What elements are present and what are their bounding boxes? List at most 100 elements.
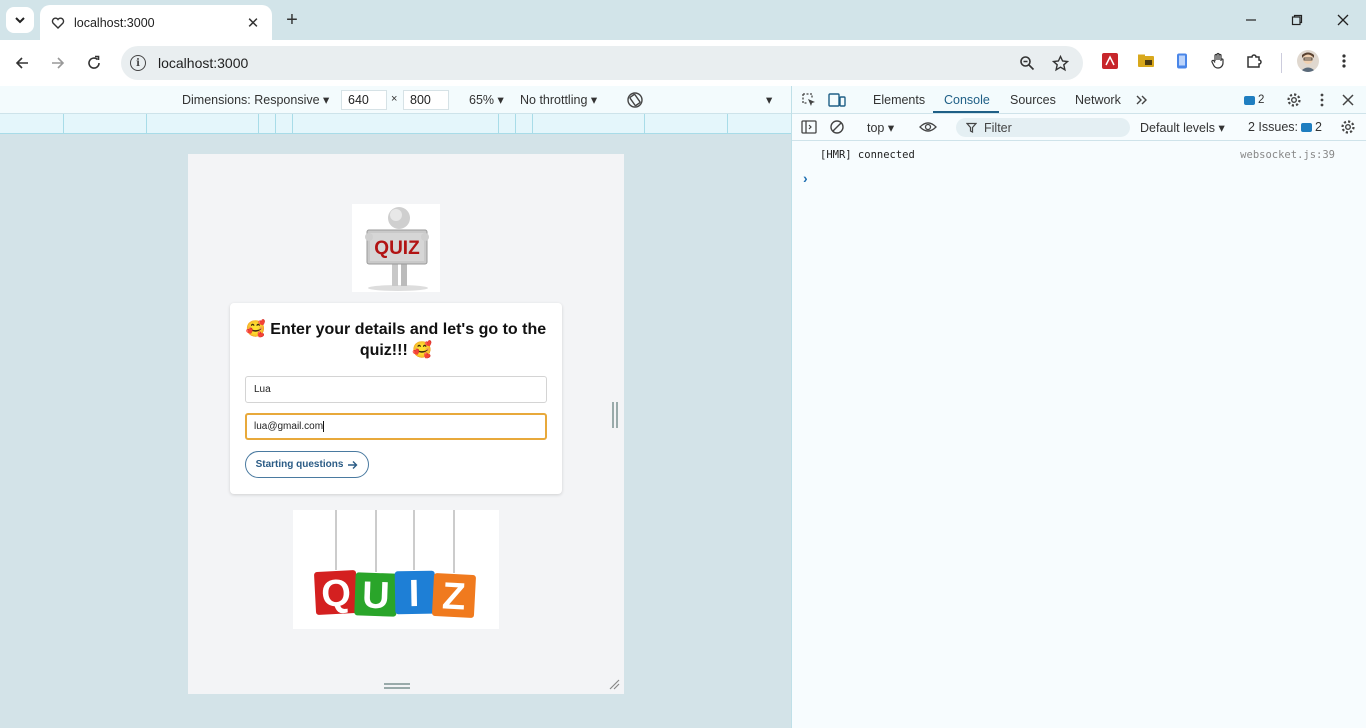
caret-down-icon: ▾ [590, 93, 598, 107]
zoom-dropdown[interactable]: 65% ▾ [469, 92, 504, 107]
starting-questions-button[interactable]: Starting questions [245, 451, 369, 478]
context-dropdown[interactable]: top ▾ [867, 120, 894, 135]
extension-red-icon[interactable] [1100, 51, 1120, 71]
browser-tab[interactable]: localhost:3000 ✕ [40, 5, 272, 40]
extension-hand-icon[interactable] [1208, 51, 1228, 71]
close-devtools-icon[interactable] [1339, 91, 1357, 109]
device-frame: QUIZ 🥰 Enter your details and let's go t… [188, 154, 624, 694]
url-text: localhost:3000 [158, 55, 249, 71]
tab-elements[interactable]: Elements [873, 93, 925, 107]
log-source-link[interactable]: websocket.js:39 [1240, 149, 1335, 161]
letter-i: I [408, 573, 419, 615]
levels-dropdown[interactable]: Default levels ▾ [1140, 120, 1225, 135]
arrow-right-icon [348, 460, 358, 469]
heart-icon [50, 15, 66, 31]
throttling-dropdown[interactable]: No throttling ▾ [520, 92, 597, 107]
more-options-dropdown[interactable]: ▾ [766, 92, 772, 107]
back-button[interactable] [9, 50, 35, 76]
minimize-icon [1246, 19, 1256, 21]
arrow-right-icon [52, 57, 65, 69]
media-query-divider [498, 114, 499, 134]
tab-sources[interactable]: Sources [1010, 93, 1056, 107]
letter-tile: Z [432, 573, 476, 619]
tab-search-button[interactable] [6, 7, 34, 33]
devtools-menu-icon[interactable] [1313, 91, 1331, 109]
letter-q: Q [320, 572, 352, 615]
letter-tile: I [394, 570, 436, 615]
smiling-face-hearts-icon: 🥰 [412, 342, 433, 359]
settings-gear-icon[interactable] [1285, 91, 1303, 109]
caret-down-icon: ▾ [887, 121, 895, 135]
tab-network[interactable]: Network [1075, 93, 1121, 107]
new-tab-button[interactable]: + [281, 8, 303, 32]
extension-folder-icon[interactable] [1136, 51, 1156, 71]
media-query-divider [727, 114, 728, 134]
dimensions-label: Dimensions: Responsive [182, 93, 320, 107]
restore-button[interactable] [1274, 0, 1320, 40]
zoom-icon[interactable] [1018, 54, 1036, 72]
letter-tile: U [354, 572, 398, 617]
eye-icon[interactable] [919, 118, 937, 136]
chevron-down-icon [15, 17, 25, 24]
media-query-divider [515, 114, 516, 134]
media-query-divider [63, 114, 64, 134]
context-label: top [867, 121, 885, 135]
height-input[interactable]: 800 [403, 90, 449, 110]
media-query-divider [644, 114, 645, 134]
restore-icon [1291, 14, 1303, 26]
tab-console[interactable]: Console [944, 93, 990, 107]
sidebar-toggle-icon[interactable] [800, 118, 818, 136]
more-tabs-icon[interactable] [1133, 91, 1151, 109]
rotate-icon[interactable] [625, 90, 645, 113]
extensions-puzzle-icon[interactable] [1244, 51, 1264, 71]
resize-handle-right[interactable] [612, 402, 618, 428]
details-card: 🥰 Enter your details and let's go to the… [230, 303, 562, 494]
info-icon[interactable]: i [130, 55, 146, 71]
tab-title: localhost:3000 [74, 15, 155, 30]
resize-corner-icon[interactable] [608, 678, 620, 690]
resize-handle-bottom[interactable] [384, 683, 410, 689]
address-bar[interactable]: i localhost:3000 [121, 46, 1083, 80]
caret-down-icon: ▾ [497, 93, 504, 107]
filter-input[interactable]: Filter [956, 118, 1130, 137]
console-settings-gear-icon[interactable] [1339, 118, 1357, 136]
media-query-bar[interactable] [0, 114, 791, 134]
media-query-divider [292, 114, 293, 134]
width-input[interactable]: 640 [341, 90, 387, 110]
close-icon [1337, 14, 1349, 26]
email-input[interactable]: lua@gmail.com [245, 413, 547, 440]
inspect-element-icon[interactable] [800, 91, 818, 109]
forward-button[interactable] [45, 50, 71, 76]
throttling-label: No throttling [520, 93, 588, 107]
messages-badge[interactable]: 2 [1244, 94, 1264, 106]
reload-button[interactable] [81, 50, 107, 76]
name-value: Lua [254, 384, 271, 395]
close-tab-icon[interactable]: ✕ [244, 14, 262, 32]
more-menu-icon[interactable] [1334, 51, 1354, 71]
devtools-panel: Elements Console Sources Network 2 top ▾ [791, 86, 1366, 728]
toolbar-divider [1281, 53, 1282, 73]
message-icon [1244, 95, 1255, 105]
console-toolbar: top ▾ Filter Default levels ▾ 2 Issues: … [792, 114, 1366, 141]
dimensions-dropdown[interactable]: Dimensions: Responsive ▾ [182, 92, 329, 107]
bookmark-star-icon[interactable] [1051, 54, 1069, 72]
messages-count: 2 [1258, 94, 1265, 106]
close-window-button[interactable] [1320, 0, 1366, 40]
caret-down-icon: ▾ [1218, 121, 1225, 135]
name-input[interactable]: Lua [245, 376, 547, 403]
filter-funnel-icon [966, 122, 977, 133]
extension-device-icon[interactable] [1172, 51, 1192, 71]
text-cursor [323, 421, 325, 432]
smiling-face-hearts-icon: 🥰 [245, 321, 266, 338]
media-query-divider [258, 114, 259, 134]
minimize-button[interactable] [1228, 0, 1274, 40]
console-prompt[interactable]: › [803, 170, 808, 186]
avatar[interactable] [1297, 50, 1319, 72]
clear-console-icon[interactable] [828, 118, 846, 136]
issues-button[interactable]: 2 Issues: 2 [1248, 120, 1322, 134]
quiz-hanging-letters-logo: Q U I Z [293, 510, 499, 629]
media-query-divider [146, 114, 147, 134]
active-tab-indicator [933, 111, 999, 113]
zoom-label: 65% [469, 93, 495, 107]
device-toggle-icon[interactable] [828, 91, 846, 109]
